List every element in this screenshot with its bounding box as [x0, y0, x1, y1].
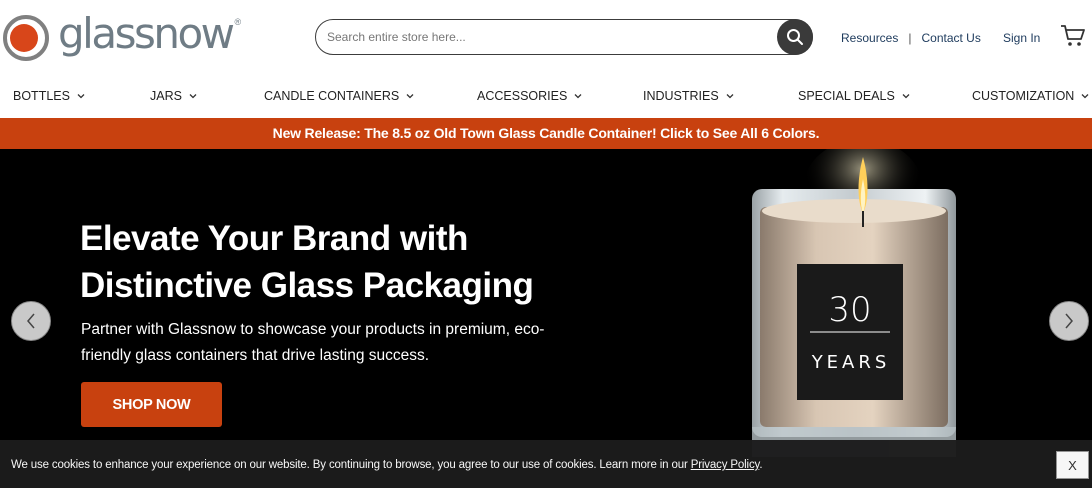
- resources-link[interactable]: Resources: [841, 31, 898, 45]
- search-bar: [315, 19, 813, 55]
- nav-item-label: CUSTOMIZATION: [972, 89, 1075, 103]
- search-input[interactable]: [327, 28, 767, 46]
- link-separator: |: [908, 31, 912, 45]
- nav-item-bottles[interactable]: BOTTLES: [13, 89, 85, 103]
- nav-item-accessories[interactable]: ACCESSORIES: [477, 89, 582, 103]
- cookie-text: We use cookies to enhance your experienc…: [11, 459, 691, 471]
- logo[interactable]: glassnow ®: [2, 10, 242, 62]
- promo-banner[interactable]: New Release: The 8.5 oz Old Town Glass C…: [0, 118, 1092, 149]
- nav-item-label: BOTTLES: [13, 89, 70, 103]
- carousel-next-button[interactable]: [1049, 301, 1089, 341]
- logo-text: glassnow: [58, 9, 235, 58]
- chevron-down-icon: [726, 94, 734, 99]
- shop-now-button[interactable]: SHOP NOW: [81, 382, 222, 427]
- sign-in-link[interactable]: Sign In: [1003, 31, 1040, 45]
- hero-subtitle: Partner with Glassnow to showcase your p…: [81, 317, 581, 369]
- chevron-right-icon: [1065, 313, 1073, 329]
- chevron-down-icon: [189, 94, 197, 99]
- search-icon: [787, 29, 803, 45]
- site-header: glassnow ® Resources | Contact Us Sign I…: [0, 0, 1092, 75]
- candle-image: 30 YEARS: [752, 149, 956, 457]
- logo-icon: [3, 15, 49, 61]
- chevron-down-icon: [406, 94, 414, 99]
- hero-subtitle-line: Partner with Glassnow to showcase your p…: [81, 321, 545, 338]
- hero-carousel: Elevate Your Brand with Distinctive Glas…: [0, 149, 1092, 488]
- chevron-left-icon: [27, 313, 35, 329]
- nav-item-customization[interactable]: CUSTOMIZATION: [972, 89, 1089, 103]
- chevron-down-icon: [77, 94, 85, 99]
- nav-item-label: CANDLE CONTAINERS: [264, 89, 400, 103]
- chevron-down-icon: [1081, 94, 1089, 99]
- cookie-suffix: .: [759, 459, 763, 471]
- cookie-message: We use cookies to enhance your experienc…: [11, 459, 763, 471]
- carousel-prev-button[interactable]: [11, 301, 51, 341]
- chevron-down-icon: [574, 94, 582, 99]
- nav-item-label: JARS: [150, 89, 182, 103]
- hero-subtitle-line: friendly glass containers that drive las…: [81, 347, 430, 364]
- nav-item-candle-containers[interactable]: CANDLE CONTAINERS: [264, 89, 414, 103]
- cookie-close-button[interactable]: X: [1056, 451, 1089, 479]
- top-links: Resources | Contact Us: [841, 31, 981, 45]
- main-nav: BOTTLES JARS CANDLE CONTAINERS ACCESSORI…: [0, 84, 1092, 108]
- nav-item-jars[interactable]: JARS: [150, 89, 197, 103]
- hero-title-line: Distinctive Glass Packaging: [80, 266, 534, 305]
- cookie-banner: We use cookies to enhance your experienc…: [0, 440, 1092, 488]
- hero-title-line: Elevate Your Brand with: [80, 219, 468, 258]
- nav-item-label: ACCESSORIES: [477, 89, 568, 103]
- nav-item-label: INDUSTRIES: [643, 89, 719, 103]
- nav-item-industries[interactable]: INDUSTRIES: [643, 89, 734, 103]
- chevron-down-icon: [902, 94, 910, 99]
- contact-us-link[interactable]: Contact Us: [921, 31, 980, 45]
- trademark-symbol: ®: [234, 17, 242, 27]
- candle-label-number: 30: [828, 290, 871, 330]
- hero-title: Elevate Your Brand with Distinctive Glas…: [80, 215, 680, 309]
- search-button[interactable]: [777, 19, 813, 55]
- privacy-policy-link[interactable]: Privacy Policy: [691, 459, 760, 471]
- nav-item-label: SPECIAL DEALS: [798, 89, 895, 103]
- nav-item-special-deals[interactable]: SPECIAL DEALS: [798, 89, 910, 103]
- cart-icon[interactable]: [1060, 24, 1086, 48]
- candle-label-word: YEARS: [811, 352, 891, 373]
